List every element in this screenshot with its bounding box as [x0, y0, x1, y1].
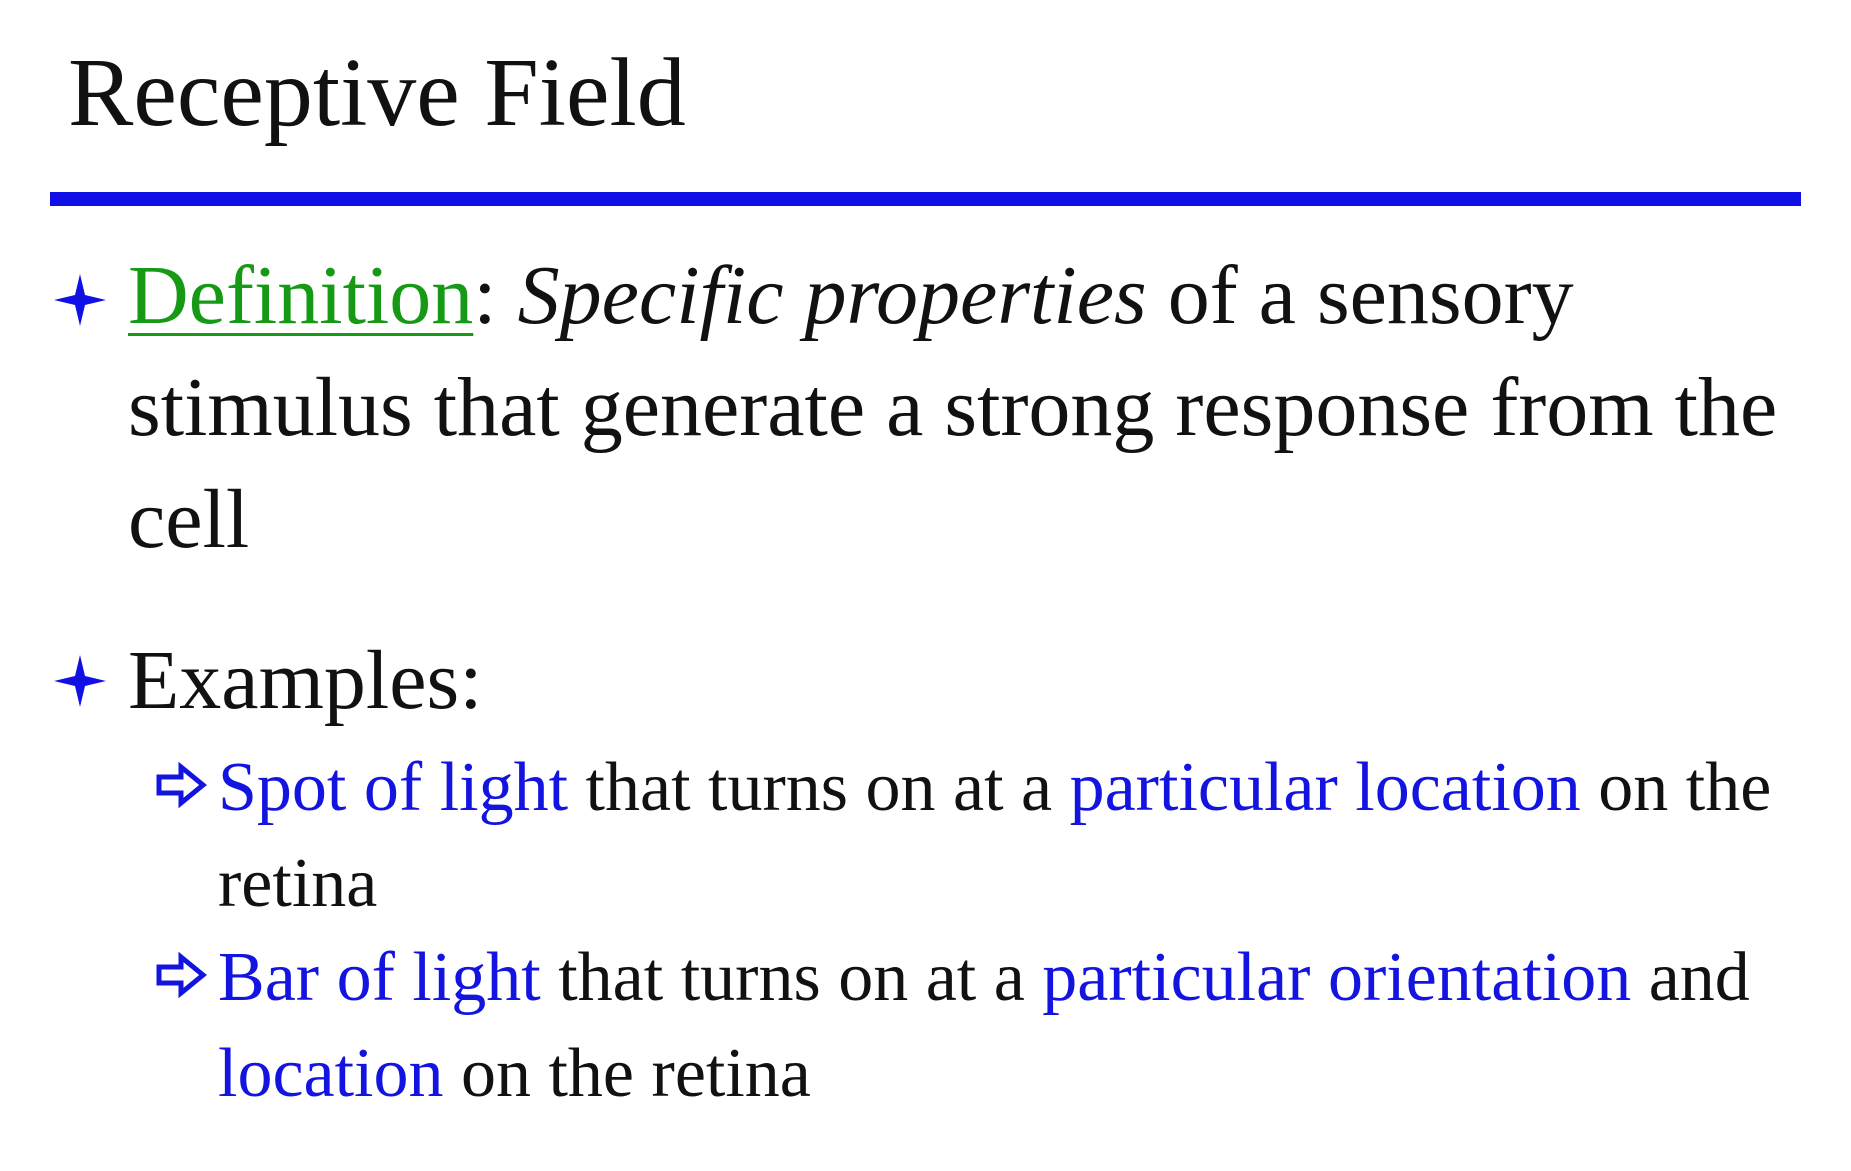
definition-term: Definition [128, 249, 474, 342]
example-text: Spot of light that turns on at a particu… [218, 740, 1838, 932]
definition-italic: Specific properties [517, 249, 1147, 342]
highlighted-phrase: Bar of light [218, 939, 541, 1016]
four-point-star-bullet-icon [52, 272, 108, 328]
definition-text: Definition: Specific properties of a sen… [128, 240, 1828, 576]
plain-phrase: and [1631, 939, 1750, 1016]
slide-title: Receptive Field [68, 39, 686, 147]
title-rule [50, 192, 1801, 206]
slide: Receptive Field Definition: Specific pro… [0, 0, 1851, 1171]
highlighted-phrase: particular orientation [1042, 939, 1632, 1016]
four-point-star-bullet-icon [52, 653, 108, 709]
plain-phrase: that turns on at a [568, 749, 1070, 826]
plain-phrase: on the retina [443, 1035, 811, 1112]
highlighted-phrase: location [218, 1035, 444, 1112]
definition-separator: : [473, 249, 518, 342]
arrow-right-outline-icon [155, 762, 207, 808]
example-text: Bar of light that turns on at a particul… [218, 930, 1838, 1122]
highlighted-phrase: Spot of light [218, 749, 569, 826]
examples-label: Examples: [128, 634, 483, 727]
plain-phrase: that turns on at a [540, 939, 1043, 1016]
highlighted-phrase: particular location [1069, 749, 1581, 826]
arrow-right-outline-icon [155, 952, 207, 998]
